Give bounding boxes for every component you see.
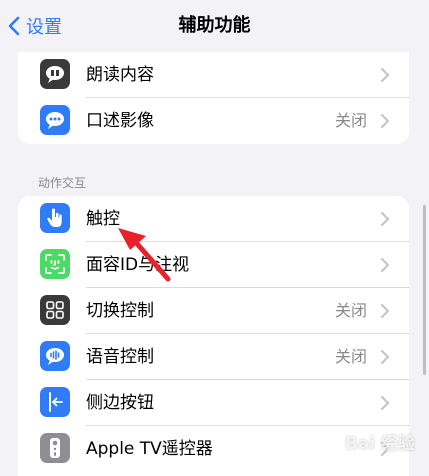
chevron-right-icon	[381, 304, 389, 318]
list-item-side-button[interactable]: 侧边按钮	[18, 380, 409, 426]
chevron-right-icon	[381, 212, 389, 226]
chevron-right-icon	[381, 350, 389, 364]
list-item-face-id[interactable]: 面容ID与注视	[18, 242, 409, 288]
page-title: 辅助功能	[178, 15, 251, 36]
side-button-icon	[40, 387, 70, 417]
list-item-switch-control[interactable]: 切换控制 关闭	[18, 288, 409, 334]
face-id-icon	[40, 249, 70, 279]
watermark: Bai 经验	[344, 434, 415, 454]
chevron-right-icon	[381, 68, 389, 82]
list-item-touch[interactable]: 触控	[18, 196, 409, 242]
row-label: Apple TV遥控器	[86, 439, 213, 459]
row-label: 朗读内容	[86, 65, 154, 85]
remote-icon	[40, 433, 70, 463]
row-value: 关闭	[334, 301, 367, 320]
voice-control-icon	[40, 341, 70, 371]
row-label: 侧边按钮	[86, 393, 154, 413]
speech-bubble-icon	[40, 59, 70, 89]
chevron-right-icon	[381, 114, 389, 128]
row-label: 切换控制	[86, 301, 154, 321]
row-label: 面容ID与注视	[86, 255, 190, 275]
row-label: 语音控制	[86, 347, 154, 367]
row-value: 关闭	[334, 111, 367, 130]
row-value: 关闭	[334, 347, 367, 366]
list-item-voice-control[interactable]: 语音控制 关闭	[18, 334, 409, 380]
row-label: 触控	[86, 209, 120, 229]
section-header: 动作交互	[38, 176, 87, 190]
scroll-indicator[interactable]	[423, 205, 426, 375]
list-item-speak-content[interactable]: 朗读内容	[18, 52, 409, 98]
chevron-right-icon	[381, 258, 389, 272]
hand-touch-icon	[40, 203, 70, 233]
chevron-right-icon	[381, 396, 389, 410]
speech-settings-group: 朗读内容 口述影像 关闭	[18, 52, 409, 144]
list-item-audio-descriptions[interactable]: 口述影像 关闭	[18, 98, 409, 144]
navigation-bar: 设置 辅助功能	[0, 0, 429, 52]
message-bubble-icon	[40, 105, 70, 135]
row-label: 口述影像	[86, 111, 154, 131]
switch-grid-icon	[40, 295, 70, 325]
